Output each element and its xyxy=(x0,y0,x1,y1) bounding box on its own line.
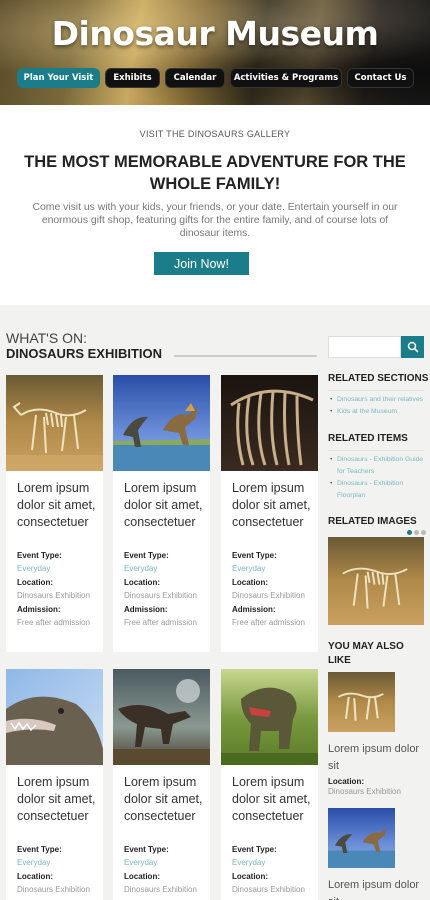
site-title: Dinosaur Museum xyxy=(51,14,379,53)
search-button[interactable] xyxy=(401,336,424,358)
also-like-caption[interactable]: Lorem ipsum dolor sit xyxy=(328,877,426,900)
nav-contact-us[interactable]: Contact Us xyxy=(347,68,414,88)
event-type-value: Everyday xyxy=(17,564,51,573)
search-icon xyxy=(407,341,419,353)
location-value: Dinosaurs Exhibition xyxy=(17,591,90,600)
location-label: Location: xyxy=(17,872,53,881)
main-nav: Plan Your Visit Exhibits Calendar Activi… xyxy=(0,68,430,88)
card-title: Lorem ipsum dolor sit amet, consectetuer xyxy=(17,775,96,823)
location-value: Dinosaurs Exhibition xyxy=(124,591,197,600)
admission-value: Free after admission xyxy=(232,618,305,627)
related-images-title: RELATED IMAGES xyxy=(328,516,417,527)
location-label: Location: xyxy=(124,578,160,587)
join-now-button[interactable]: Join Now! xyxy=(154,252,249,275)
dinosaur-head-image[interactable] xyxy=(6,669,103,765)
related-section-link[interactable]: Dinosaurs and their relatives xyxy=(330,394,426,406)
related-item-link[interactable]: Dinosaurs - Exhibition Guide for Teacher… xyxy=(330,454,426,478)
location-value: Dinosaurs Exhibition xyxy=(328,787,401,796)
also-like-caption[interactable]: Lorem ipsum dolor sit xyxy=(328,741,426,775)
ribcage-skeleton-image[interactable] xyxy=(221,375,318,471)
whats-on-kicker: WHAT'S ON: xyxy=(6,330,87,346)
divider xyxy=(328,390,424,391)
search-input[interactable] xyxy=(328,336,401,358)
location-label: Location: xyxy=(232,578,268,587)
related-sections-title: RELATED SECTIONS xyxy=(328,373,429,384)
event-card[interactable]: Lorem ipsum dolor sit amet, consectetuer… xyxy=(6,375,103,652)
card-title: Lorem ipsum dolor sit amet, consectetuer xyxy=(124,775,203,823)
event-type-label: Event Type: xyxy=(17,551,62,560)
location-label: Location: xyxy=(232,872,268,881)
admission-value: Free after admission xyxy=(17,618,90,627)
trex-sky-image[interactable] xyxy=(113,669,210,765)
event-type-value: Everyday xyxy=(17,858,51,867)
admission-label: Admission: xyxy=(17,605,61,614)
trex-forest-image[interactable] xyxy=(221,669,318,765)
location-label: Location: xyxy=(124,872,160,881)
location-value: Dinosaurs Exhibition xyxy=(232,591,305,600)
card-title: Lorem ipsum dolor sit amet, consectetuer xyxy=(232,775,311,823)
card-meta: Event Type: Everyday Location: Dinosaurs… xyxy=(232,551,318,632)
card-meta: Event Type: Everyday Location: Dinosaurs… xyxy=(124,845,210,899)
event-type-label: Event Type: xyxy=(124,845,169,854)
event-type-label: Event Type: xyxy=(232,551,277,560)
nav-exhibits[interactable]: Exhibits xyxy=(105,68,160,88)
admission-label: Admission: xyxy=(124,605,168,614)
admission-value: Free after admission xyxy=(124,618,197,627)
dino-skeleton-image[interactable] xyxy=(6,375,103,471)
hero-banner: Dinosaur Museum Plan Your Visit Exhibits… xyxy=(0,0,430,105)
nav-activities-programs[interactable]: Activities & Programs xyxy=(230,68,342,88)
event-type-value: Everyday xyxy=(232,564,266,573)
intro-section: VISIT THE DINOSAURS GALLERY THE MOST MEM… xyxy=(0,105,430,305)
event-card[interactable]: Lorem ipsum dolor sit amet, consectetuer… xyxy=(6,669,103,900)
water-dinosaurs-image[interactable] xyxy=(113,375,210,471)
card-title: Lorem ipsum dolor sit amet, consectetuer xyxy=(17,481,96,529)
intro-kicker: VISIT THE DINOSAURS GALLERY xyxy=(139,129,291,139)
card-meta: Event Type: Everyday Location: Dinosaurs… xyxy=(17,845,103,899)
location-value: Dinosaurs Exhibition xyxy=(232,885,305,894)
card-meta: Event Type: Everyday Location: Dinosaurs… xyxy=(124,551,210,632)
event-card[interactable]: Lorem ipsum dolor sit amet, consectetuer… xyxy=(221,375,318,652)
also-like-image[interactable] xyxy=(328,672,395,732)
event-type-value: Everyday xyxy=(124,564,158,573)
event-card[interactable]: Lorem ipsum dolor sit amet, consectetuer… xyxy=(113,375,210,652)
nav-plan-your-visit[interactable]: Plan Your Visit xyxy=(17,68,100,88)
related-items-title: RELATED ITEMS xyxy=(328,433,408,444)
nav-calendar[interactable]: Calendar xyxy=(165,68,225,88)
event-type-value: Everyday xyxy=(124,858,158,867)
card-meta: Event Type: Everyday Location: Dinosaurs… xyxy=(232,845,318,899)
location-label: Location: xyxy=(328,777,364,786)
admission-label: Admission: xyxy=(232,605,276,614)
event-type-label: Event Type: xyxy=(124,551,169,560)
card-title: Lorem ipsum dolor sit amet, consectetuer xyxy=(124,481,203,529)
event-type-label: Event Type: xyxy=(232,845,277,854)
related-section-link[interactable]: Kids at the Museum xyxy=(330,406,426,418)
intro-heading: THE MOST MEMORABLE ADVENTURE FOR THE WHO… xyxy=(24,153,406,193)
location-value: Dinosaurs Exhibition xyxy=(124,885,197,894)
section-title: DINOSAURS EXHIBITION xyxy=(6,346,163,361)
carousel-dot[interactable] xyxy=(414,530,419,535)
carousel-dot[interactable] xyxy=(407,530,412,535)
card-title: Lorem ipsum dolor sit amet, consectetuer xyxy=(232,481,311,529)
location-label: Location: xyxy=(17,578,53,587)
location-value: Dinosaurs Exhibition xyxy=(17,885,90,894)
related-image[interactable] xyxy=(328,537,424,625)
divider xyxy=(328,450,424,451)
also-like-image[interactable] xyxy=(328,808,395,868)
event-card[interactable]: Lorem ipsum dolor sit amet, consectetuer… xyxy=(113,669,210,900)
event-type-value: Everyday xyxy=(232,858,266,867)
event-card[interactable]: Lorem ipsum dolor sit amet, consectetuer… xyxy=(221,669,318,900)
card-meta: Event Type: Everyday Location: Dinosaurs… xyxy=(17,551,103,632)
carousel-dot[interactable] xyxy=(421,530,426,535)
related-item-link[interactable]: Dinosaurs - Exhibition Floorplan xyxy=(330,478,426,502)
event-type-label: Event Type: xyxy=(17,845,62,854)
intro-text: Come visit us with your kids, your frien… xyxy=(32,202,398,239)
carousel-dots xyxy=(407,530,426,535)
also-like-title: YOU MAY ALSO LIKE xyxy=(328,641,404,666)
section-divider xyxy=(174,355,317,357)
